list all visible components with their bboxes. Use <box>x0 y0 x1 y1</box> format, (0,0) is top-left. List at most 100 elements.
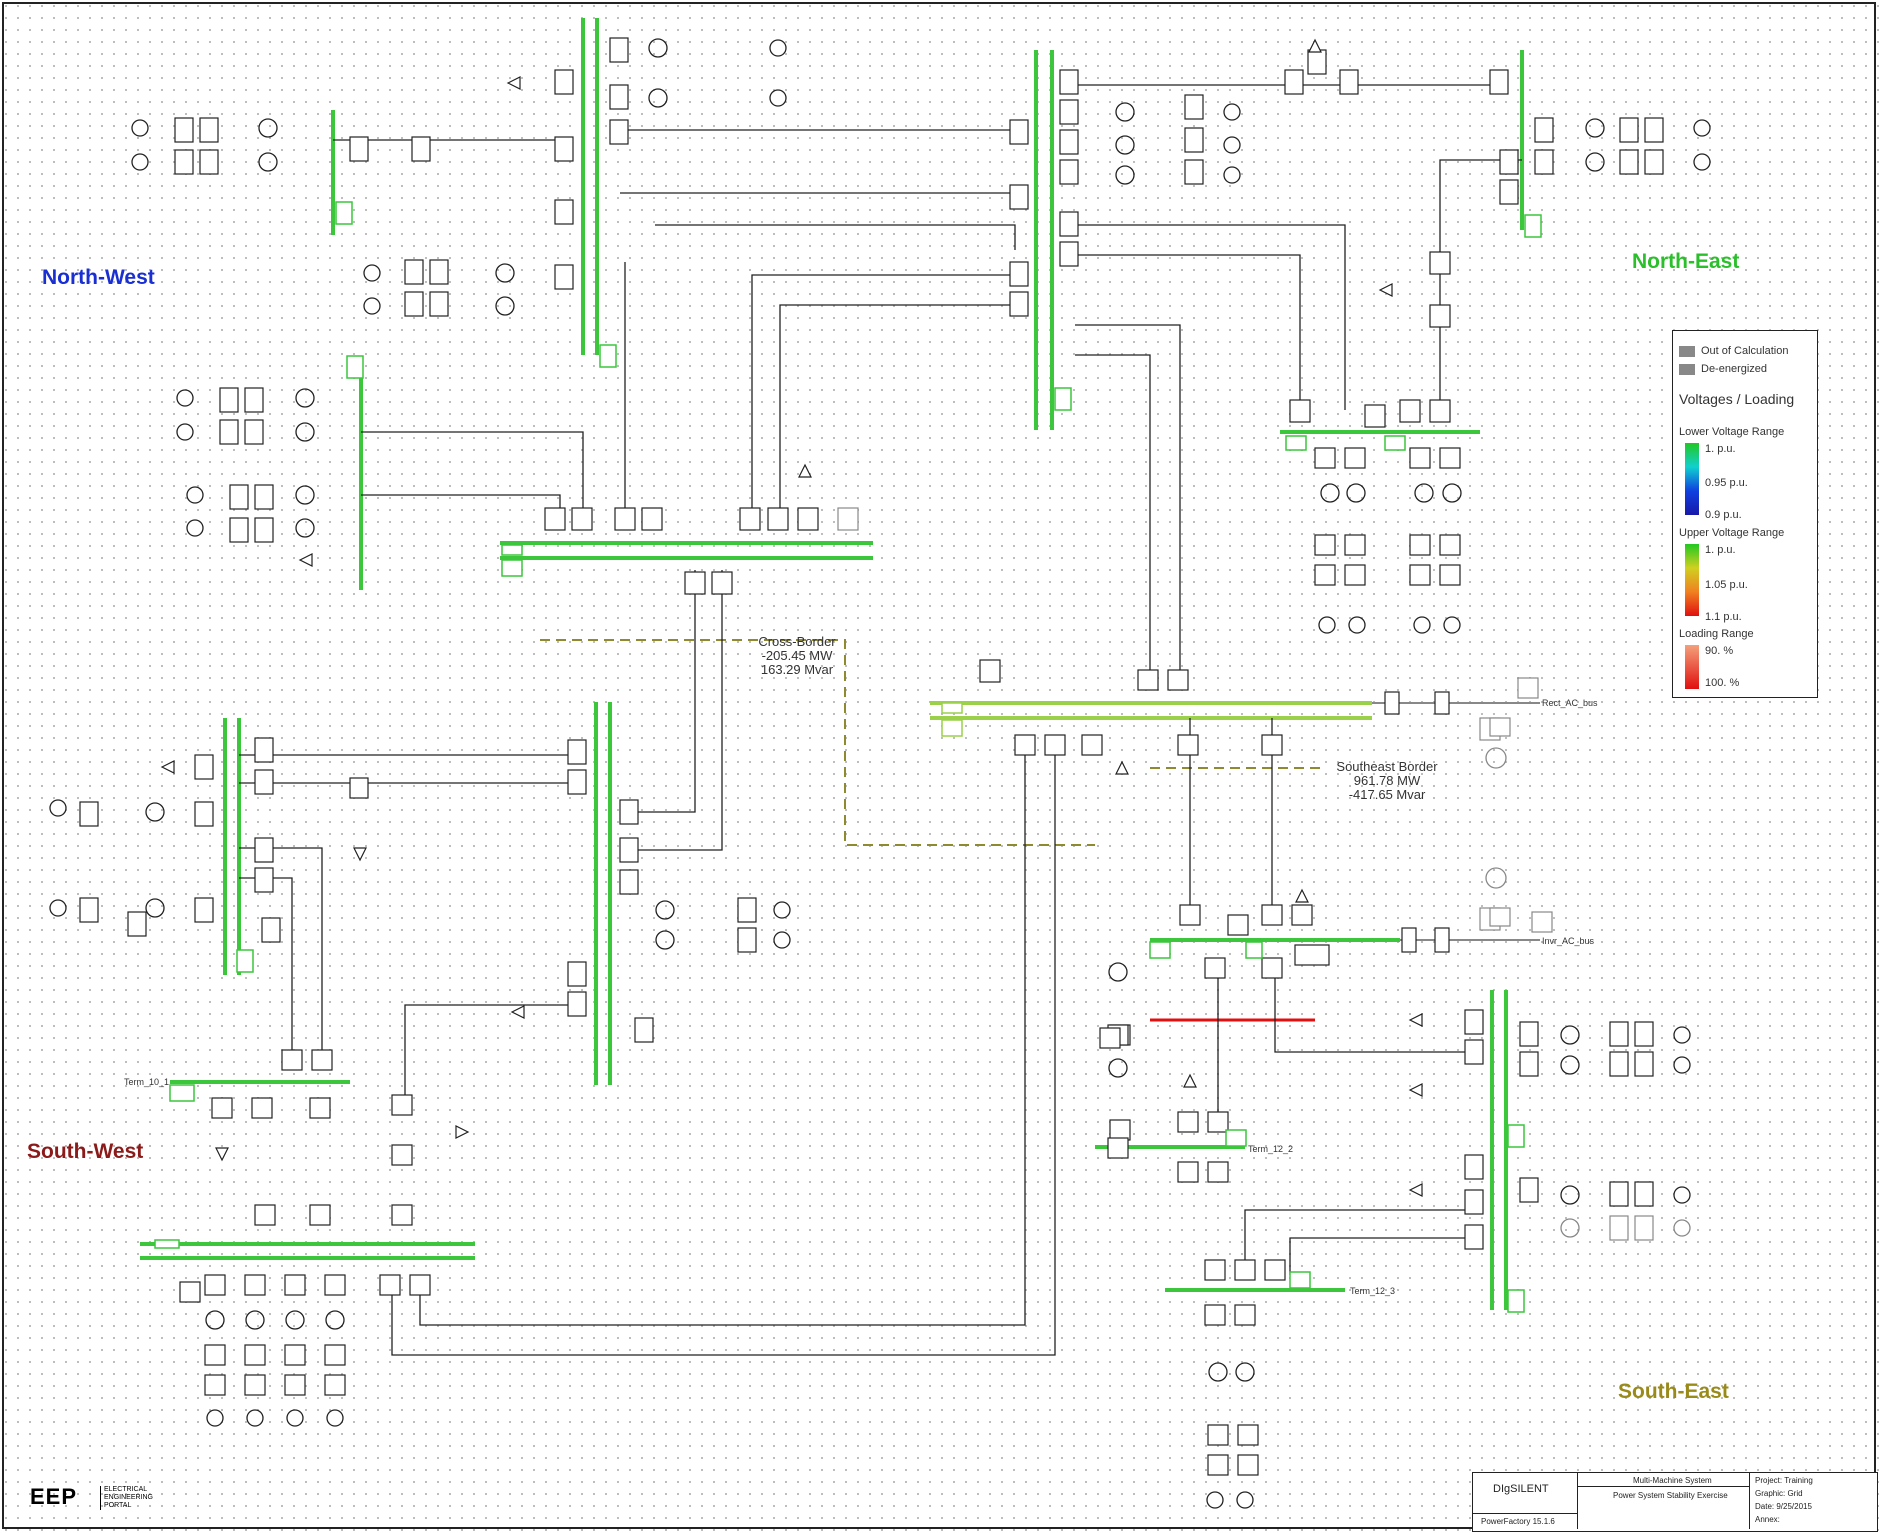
terminal-tag[interactable] <box>501 559 523 577</box>
line-ne-bb1-1[interactable] <box>1075 224 1346 410</box>
transformer-icon[interactable] <box>145 802 165 822</box>
breaker-block[interactable] <box>254 484 274 510</box>
breaker-block[interactable] <box>1344 564 1366 586</box>
breaker-block[interactable] <box>1009 261 1029 287</box>
breaker-block[interactable] <box>1184 94 1204 120</box>
breaker-block[interactable] <box>79 897 99 923</box>
breaker-block[interactable] <box>1634 1215 1654 1241</box>
breaker-block[interactable] <box>1409 564 1431 586</box>
terminal-tag[interactable] <box>501 544 523 556</box>
line-se-right-1[interactable] <box>1274 960 1470 1053</box>
transformer-icon[interactable] <box>1485 867 1507 889</box>
breaker-block[interactable] <box>411 136 431 162</box>
breaker-block[interactable] <box>1409 447 1431 469</box>
transformer-icon[interactable] <box>295 518 315 538</box>
breaker-block[interactable] <box>567 961 587 987</box>
breaker-block[interactable] <box>261 917 281 943</box>
breaker-block[interactable] <box>229 517 249 543</box>
breaker-block[interactable] <box>1519 1021 1539 1047</box>
generator-icon[interactable] <box>773 901 791 919</box>
breaker-block[interactable] <box>1519 1177 1539 1203</box>
line-ne-west-1[interactable] <box>751 274 1015 508</box>
load-arrow-icon[interactable] <box>506 76 521 90</box>
breaker-block[interactable] <box>244 1274 266 1296</box>
load-arrow-icon[interactable] <box>510 1005 525 1019</box>
transformer-icon[interactable] <box>258 118 278 138</box>
breaker-block[interactable] <box>1619 149 1639 175</box>
generator-icon[interactable] <box>1693 153 1711 171</box>
breaker-block[interactable] <box>1177 1111 1199 1133</box>
load-arrow-icon[interactable] <box>1408 1013 1423 1027</box>
line-nw-gen-1[interactable] <box>361 431 584 508</box>
line-cross-border-1[interactable] <box>620 570 696 813</box>
breaker-block[interactable] <box>219 387 239 413</box>
terminal-tag[interactable] <box>1285 435 1307 451</box>
generator-icon[interactable] <box>1223 166 1241 184</box>
breaker-block[interactable] <box>1439 447 1461 469</box>
breaker-block[interactable] <box>1534 149 1554 175</box>
breaker-block[interactable] <box>1044 734 1066 756</box>
generator-icon[interactable] <box>1223 136 1241 154</box>
breaker-block[interactable] <box>211 1097 233 1119</box>
breaker-block[interactable] <box>244 1374 266 1396</box>
load-arrow-icon[interactable] <box>353 847 367 862</box>
generator-icon[interactable] <box>769 39 787 57</box>
breaker-block[interactable] <box>429 259 449 285</box>
breaker-block[interactable] <box>1109 1119 1131 1141</box>
generator-icon[interactable] <box>1236 1491 1254 1509</box>
generator-icon[interactable] <box>186 486 204 504</box>
breaker-block[interactable] <box>204 1274 226 1296</box>
breaker-block[interactable] <box>1517 677 1539 699</box>
breaker-block[interactable] <box>554 199 574 225</box>
breaker-block[interactable] <box>1429 304 1451 328</box>
generator-icon[interactable] <box>773 931 791 949</box>
breaker-block[interactable] <box>1059 159 1079 185</box>
load-arrow-icon[interactable] <box>798 463 812 478</box>
breaker-block[interactable] <box>1464 1189 1484 1215</box>
breaker-block[interactable] <box>1207 1424 1229 1446</box>
load-arrow-icon[interactable] <box>160 760 175 774</box>
generator-icon[interactable] <box>131 153 149 171</box>
breaker-block[interactable] <box>609 37 629 63</box>
breaker-block[interactable] <box>1009 119 1029 145</box>
breaker-block[interactable] <box>1464 1154 1484 1180</box>
transformer-icon[interactable] <box>655 900 675 920</box>
terminal-tag[interactable] <box>1289 1271 1311 1289</box>
line-nw-gen-2[interactable] <box>361 494 561 508</box>
generator-icon[interactable] <box>49 799 67 817</box>
breaker-block[interactable] <box>194 897 214 923</box>
transformer-icon[interactable] <box>1115 165 1135 185</box>
breaker-block[interactable] <box>1059 129 1079 155</box>
line-ne-central-1[interactable] <box>1075 354 1151 680</box>
breaker-block[interactable] <box>1179 904 1201 926</box>
breaker-block[interactable] <box>1307 49 1327 75</box>
terminal-tag[interactable] <box>1524 214 1542 238</box>
breaker-block[interactable] <box>1364 404 1386 428</box>
breaker-block[interactable] <box>391 1144 413 1166</box>
breaker-block[interactable] <box>429 291 449 317</box>
breaker-block[interactable] <box>1609 1215 1629 1241</box>
breaker-block[interactable] <box>1464 1009 1484 1035</box>
breaker-block[interactable] <box>244 1344 266 1366</box>
breaker-block[interactable] <box>309 1204 331 1226</box>
breaker-block[interactable] <box>619 869 639 895</box>
generator-icon[interactable] <box>131 119 149 137</box>
breaker-block[interactable] <box>1409 534 1431 556</box>
breaker-block[interactable] <box>1339 69 1359 95</box>
breaker-block[interactable] <box>199 117 219 143</box>
line-ne-central-2[interactable] <box>1075 324 1181 680</box>
generator-icon[interactable] <box>1318 616 1336 634</box>
terminal-tag[interactable] <box>1384 435 1406 451</box>
breaker-block[interactable] <box>349 136 369 162</box>
transformer-icon[interactable] <box>1320 483 1340 503</box>
breaker-block[interactable] <box>1204 957 1226 979</box>
inverter-block[interactable] <box>1489 907 1511 927</box>
load-arrow-icon[interactable] <box>1408 1183 1423 1197</box>
breaker-block[interactable] <box>1204 1259 1226 1281</box>
breaker-block[interactable] <box>1059 241 1079 267</box>
terminal-tag[interactable] <box>335 201 353 225</box>
breaker-block[interactable] <box>554 264 574 290</box>
terminal-tag[interactable] <box>169 1084 195 1102</box>
breaker-block[interactable] <box>767 507 789 531</box>
transformer-icon[interactable] <box>1485 747 1507 769</box>
